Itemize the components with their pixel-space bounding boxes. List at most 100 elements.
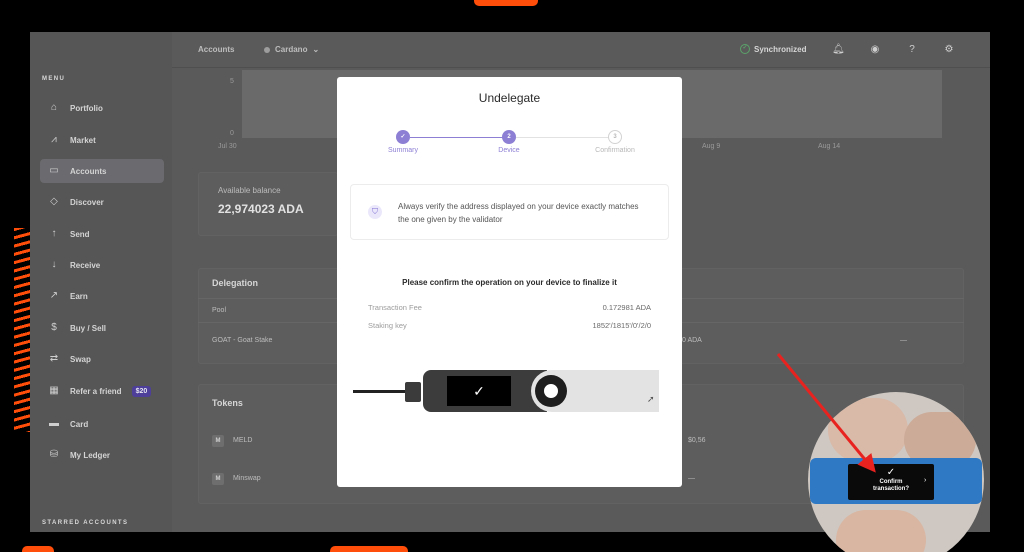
sidebar-item-earn[interactable]: ↗ Earn — [40, 284, 164, 308]
token-icon: M — [212, 473, 224, 485]
gear-icon[interactable]: ⚙ — [943, 44, 955, 56]
token-value: $0,56 — [688, 437, 706, 444]
staking-key-label: Staking key — [368, 321, 407, 330]
token-value: — — [688, 475, 695, 482]
delegation-rewards: 0 ADA — [682, 337, 702, 344]
usb-cable — [353, 390, 409, 393]
sidebar-item-card[interactable]: ▬ Card — [40, 412, 164, 436]
top-bar: Accounts Cardano ⌄ ✓ Synchronized 🔔︎ ◉ ?… — [172, 32, 990, 68]
step-summary-indicator: ✓ — [396, 130, 410, 144]
starred-accounts-title: STARRED ACCOUNTS — [42, 520, 129, 526]
sidebar-item-receive[interactable]: ↓ Receive — [40, 253, 164, 277]
token-name[interactable]: MELD — [233, 437, 252, 444]
sync-status[interactable]: ✓ Synchronized — [740, 44, 806, 54]
chart-icon: ⩘ — [51, 134, 57, 145]
help-icon[interactable]: ? — [906, 44, 918, 56]
sidebar-item-my-ledger[interactable]: ⛁ My Ledger — [40, 443, 164, 467]
receive-icon: ↓ — [51, 259, 57, 270]
sync-status-label: Synchronized — [754, 44, 807, 54]
decorative-orange-tab — [474, 0, 538, 6]
chart-y-tick: 0 — [230, 130, 234, 137]
usb-connector — [405, 382, 421, 402]
pool-column-header: Pool — [212, 307, 227, 314]
sidebar-item-label: Earn — [70, 291, 88, 301]
sidebar-item-label: Refer a friend — [70, 386, 122, 396]
sidebar-item-swap[interactable]: ⇄ Swap — [40, 347, 164, 371]
sidebar-item-send[interactable]: ↑ Send — [40, 222, 164, 246]
pool-name[interactable]: GOAT - Goat Stake — [212, 337, 272, 344]
sidebar-item-label: Swap — [70, 354, 91, 364]
sidebar-item-label: Send — [70, 229, 90, 239]
device-text-line: Confirm — [879, 479, 903, 485]
sidebar: MENU ⌂ Portfolio ⩘ Market ▭ Accounts ◇ D… — [30, 32, 172, 532]
transaction-fee-value: 0.172981 ADA — [602, 303, 651, 312]
chart-x-tick: Aug 14 — [818, 143, 841, 150]
token-icon: M — [212, 435, 224, 447]
step-confirmation-label: Confirmation — [595, 147, 635, 154]
device-screen-check-icon: ✓ — [447, 376, 511, 406]
eye-icon[interactable]: ◉ — [869, 44, 881, 56]
send-icon: ↑ — [51, 228, 57, 239]
cardano-icon — [264, 46, 270, 53]
sidebar-item-discover[interactable]: ◇ Discover — [40, 190, 164, 214]
exchange-icon: $ — [51, 322, 57, 333]
transaction-fee-label: Transaction Fee — [368, 303, 422, 312]
device-button-ring — [542, 382, 560, 400]
swap-icon: ⇄ — [49, 353, 59, 364]
mouse-cursor-icon: ➚ — [647, 394, 655, 404]
sidebar-item-accounts[interactable]: ▭ Accounts — [40, 159, 164, 183]
verify-address-notice: ⛉ Always verify the address displayed on… — [350, 184, 669, 240]
tokens-title: Tokens — [212, 398, 243, 408]
sidebar-item-label: Discover — [70, 197, 104, 207]
finger — [836, 510, 926, 552]
decorative-orange-tab — [22, 546, 54, 552]
breadcrumb-coin-label: Cardano — [275, 45, 308, 54]
confirm-on-device-message: Please confirm the operation on your dev… — [402, 278, 617, 287]
sidebar-item-label: My Ledger — [70, 450, 111, 460]
chart-y-tick: 5 — [230, 78, 234, 85]
step-device-indicator: 2 — [502, 130, 516, 144]
stepper-line — [516, 137, 615, 138]
referral-badge: $20 — [131, 385, 152, 397]
undelegate-modal: Undelegate ✓ 2 3 Summary Device Confirma… — [337, 77, 682, 487]
check-circle-icon: ✓ — [740, 44, 750, 54]
sidebar-item-label: Accounts — [70, 166, 107, 176]
chevron-down-icon: ⌄ — [312, 45, 320, 54]
staking-key-value: 1852'/1815'/0'/2/0 — [592, 321, 651, 330]
compass-icon: ◇ — [50, 196, 58, 207]
sidebar-item-market[interactable]: ⩘ Market — [40, 128, 164, 152]
sidebar-item-label: Card — [70, 419, 89, 429]
sidebar-item-label: Market — [70, 135, 96, 145]
sidebar-item-portfolio[interactable]: ⌂ Portfolio — [40, 96, 164, 120]
sidebar-item-buy-sell[interactable]: $ Buy / Sell — [40, 316, 164, 340]
delegation-title: Delegation — [212, 278, 259, 288]
delegation-more-button[interactable]: — — [900, 337, 907, 344]
sidebar-item-refer-a-friend[interactable]: ▦ Refer a friend $20 — [40, 379, 164, 403]
available-balance-value: 22,974023 ADA — [218, 202, 304, 216]
chevron-right-icon: › — [924, 477, 927, 484]
menu-title: MENU — [42, 76, 66, 82]
decorative-orange-tab — [330, 546, 408, 552]
stepper-line — [410, 137, 509, 138]
shield-icon: ⛉ — [368, 205, 382, 219]
breadcrumb-coin[interactable]: Cardano ⌄ — [264, 45, 319, 54]
video-frame: MENU ⌂ Portfolio ⩘ Market ▭ Accounts ◇ D… — [0, 0, 1024, 552]
step-device-label: Device — [498, 147, 520, 154]
ledger-device-illustration: ✓ ➚ — [353, 370, 663, 420]
finger — [828, 398, 908, 462]
sidebar-item-label: Buy / Sell — [70, 323, 107, 333]
available-balance-label: Available balance — [218, 186, 281, 195]
breadcrumb-accounts[interactable]: Accounts — [198, 45, 234, 54]
ledger-icon: ⛁ — [49, 449, 59, 460]
modal-title: Undelegate — [478, 91, 541, 105]
device-photo-inset: ✓ Confirm transaction? › — [808, 392, 984, 552]
check-icon: ✓ — [886, 467, 896, 478]
token-name[interactable]: Minswap — [233, 475, 261, 482]
sidebar-item-label: Receive — [70, 260, 101, 270]
card-icon: ▬ — [49, 418, 59, 429]
bell-icon[interactable]: 🔔︎ — [832, 44, 845, 56]
home-icon: ⌂ — [50, 102, 58, 113]
step-summary-label: Summary — [388, 147, 418, 154]
device-text-line: transaction? — [872, 486, 909, 492]
earn-icon: ↗ — [49, 290, 59, 301]
